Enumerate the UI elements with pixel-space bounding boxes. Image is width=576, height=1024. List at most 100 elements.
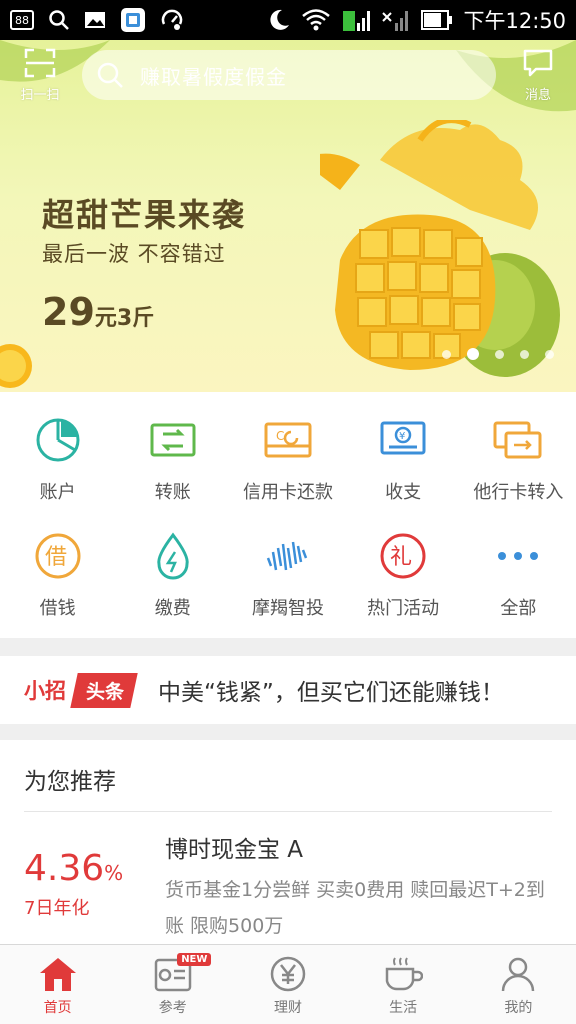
- grid-label: 他行卡转入: [473, 482, 564, 503]
- new-badge: NEW: [177, 953, 212, 966]
- nav-label: 首页: [43, 1000, 72, 1016]
- grid-item-hot-events[interactable]: 礼 热门活动: [346, 520, 461, 636]
- grid-item-robo-advisor[interactable]: 摩羯智投: [230, 520, 345, 636]
- wifi-icon: [302, 9, 331, 31]
- nav-wealth[interactable]: 理财: [230, 945, 345, 1024]
- carousel-dots: [442, 348, 554, 360]
- carousel-dot[interactable]: [442, 349, 451, 359]
- search-bar[interactable]: 赚取暑假度假金: [82, 50, 496, 100]
- moon-icon: [270, 9, 290, 30]
- grid-label: 缴费: [154, 598, 191, 619]
- more-dots-icon: [498, 552, 539, 560]
- grid-label: 收支: [385, 482, 422, 503]
- status-time: 下午12:50: [463, 9, 566, 33]
- battery-icon: [421, 10, 453, 30]
- mango-image: [320, 120, 560, 377]
- grid-label: 借钱: [39, 598, 76, 619]
- product-name[interactable]: 博时现金宝 A: [165, 830, 303, 864]
- nav-life[interactable]: 生活: [346, 945, 461, 1024]
- grid-item-all[interactable]: 全部: [461, 520, 576, 636]
- message-icon: [523, 49, 553, 77]
- grid-label: 热门活动: [367, 598, 440, 619]
- headline-prefix: 小招: [24, 679, 66, 703]
- carousel-dot[interactable]: [520, 349, 529, 359]
- promo-price-number: 29: [42, 290, 95, 334]
- grid-item-credit-card-repay[interactable]: C 信用卡还款: [230, 404, 345, 520]
- search-icon: [97, 62, 123, 88]
- scan-icon: [24, 48, 56, 78]
- nav-label: 我的: [504, 1000, 533, 1016]
- image-status-icon: [85, 12, 105, 28]
- scan-label: 扫一扫: [20, 88, 60, 103]
- yield-rate-number: 4.36: [24, 848, 105, 889]
- nav-home[interactable]: 首页: [0, 945, 115, 1024]
- promo-price: 29元3斤: [42, 290, 154, 334]
- headline-tag-text: 头条: [86, 680, 125, 703]
- nav-label: 生活: [389, 1000, 418, 1016]
- recommend-title: 为您推荐: [24, 769, 116, 795]
- yuan-coin-icon: [270, 956, 306, 992]
- svg-text:借: 借: [45, 545, 67, 570]
- grid-item-other-bank-transfer-in[interactable]: 他行卡转入: [461, 404, 576, 520]
- yield-rate-label: 7日年化: [24, 898, 90, 919]
- grid-item-account[interactable]: 账户: [0, 404, 115, 520]
- notification-count-icon: 88: [10, 10, 34, 30]
- orange-slice-decoration: [0, 344, 32, 388]
- carousel-dot[interactable]: [495, 349, 504, 359]
- other-bank-card-icon: [493, 421, 542, 459]
- svg-text:礼: 礼: [390, 545, 412, 570]
- signal-sim1-icon: [343, 11, 371, 31]
- promo-banner[interactable]: 扫一扫 赚取暑假度假金 消息 超甜芒果来袭 最后一波 不容错过 29元3斤: [0, 40, 576, 392]
- grid-item-income-expense[interactable]: ¥ 收支: [346, 404, 461, 520]
- carousel-dot[interactable]: [545, 349, 554, 359]
- scan-button[interactable]: 扫一扫: [14, 48, 66, 104]
- promo-price-unit: 元3斤: [94, 306, 155, 331]
- nav-mine[interactable]: 我的: [461, 945, 576, 1024]
- recommend-section: 为您推荐 4.36% 7日年化 博时现金宝 A 货币基金1分尝鲜 买卖0费用 赎…: [0, 740, 576, 944]
- income-expense-icon: ¥: [380, 421, 426, 455]
- svg-text:¥: ¥: [399, 431, 405, 442]
- search-status-icon: [49, 10, 69, 30]
- grid-label: 转账: [154, 482, 191, 503]
- product-description: 货币基金1分尝鲜 买卖0费用 赎回最迟T+2到账 限购500万: [165, 879, 545, 937]
- carousel-dot-active[interactable]: [467, 348, 479, 360]
- speed-status-icon: [161, 9, 183, 30]
- grid-label: 信用卡还款: [242, 482, 333, 503]
- grid-label: 账户: [39, 482, 76, 503]
- borrow-icon: 借: [35, 533, 81, 579]
- grid-item-transfer[interactable]: 转账: [115, 404, 230, 520]
- pie-chart-icon: [36, 418, 80, 462]
- grid-item-pay-bills[interactable]: 缴费: [115, 520, 230, 636]
- signal-sim2-icon: [382, 11, 409, 31]
- grid-label: 摩羯智投: [251, 598, 324, 619]
- nav-reference[interactable]: NEW 参考: [115, 945, 230, 1024]
- function-grid: 账户 转账 C 信用卡还款 ¥ 收支 他行卡转入 借 借钱 缴费 摩羯智投 礼 …: [0, 392, 576, 638]
- water-drop-icon: [157, 532, 189, 580]
- yield-rate-unit: %: [104, 861, 124, 885]
- grid-label: 全部: [500, 598, 537, 619]
- status-bar: 88 下午12:50: [0, 0, 576, 40]
- promo-subtitle: 最后一波 不容错过: [42, 242, 226, 266]
- headline-text[interactable]: 中美“钱紧”，但买它们还能赚钱！: [158, 673, 504, 707]
- coffee-cup-icon: [385, 957, 424, 991]
- headline-news[interactable]: 小招 头条 中美“钱紧”，但买它们还能赚钱！: [0, 656, 576, 724]
- credit-card-icon: C: [264, 422, 312, 458]
- yield-rate: 4.36%: [24, 848, 123, 889]
- search-placeholder: 赚取暑假度假金: [140, 64, 287, 89]
- nav-label: 参考: [158, 1000, 187, 1016]
- nav-label: 理财: [273, 1000, 302, 1016]
- home-icon: [39, 958, 76, 991]
- user-icon: [502, 957, 535, 992]
- gift-icon: 礼: [380, 533, 426, 579]
- transfer-icon: [150, 423, 196, 457]
- bottom-nav: 首页 NEW 参考 理财 生活 我的: [0, 944, 576, 1024]
- svg-text:C: C: [276, 429, 284, 443]
- wave-bars-icon: [266, 541, 308, 571]
- headline-tag: 头条: [70, 672, 138, 708]
- notification-count: 88: [15, 13, 29, 27]
- messages-button[interactable]: 消息: [514, 48, 562, 104]
- grid-item-borrow[interactable]: 借 借钱: [0, 520, 115, 636]
- app-status-icon: [121, 8, 145, 32]
- messages-label: 消息: [524, 88, 551, 103]
- promo-title: 超甜芒果来袭: [42, 196, 247, 234]
